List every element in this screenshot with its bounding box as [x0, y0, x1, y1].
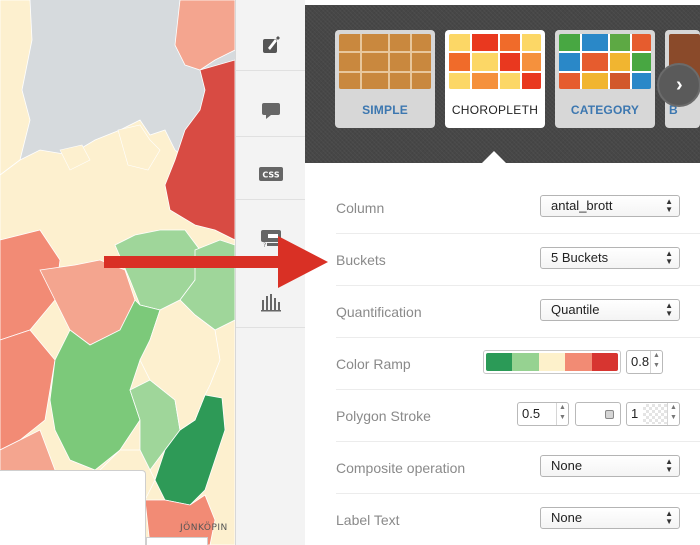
wizard-brush-icon [263, 35, 280, 53]
row-quantification: Quantification Quantile ▲ ▼ [336, 286, 700, 338]
row-composite-operation: Composite operation None ▲ ▼ [336, 442, 700, 494]
vis-type-choropleth[interactable]: CHOROPLETH [445, 30, 545, 128]
select-arrows-icon: ▲ ▼ [665, 509, 673, 526]
stepper-arrows-icon[interactable]: ▲ ▼ [556, 403, 568, 425]
chevron-right-icon: › [676, 73, 683, 96]
selected-pointer-caret [482, 151, 506, 163]
label-text-select-value: None [551, 510, 583, 525]
row-label-text: Label Text None ▲ ▼ [336, 494, 700, 545]
select-arrows-icon: ▲ ▼ [665, 197, 673, 214]
stepper-arrows-icon[interactable]: ▲ ▼ [667, 403, 679, 425]
color-ramp-picker[interactable] [483, 350, 621, 374]
tool-histogram[interactable] [236, 276, 306, 328]
map-place-label: JÖNKÖPIN [180, 523, 228, 533]
column-label: Column [336, 200, 385, 216]
stepper-arrows-icon[interactable]: ▲ ▼ [650, 351, 662, 373]
stroke-opacity-value: 1 [631, 406, 639, 421]
stroke-opacity-input[interactable]: 1 ▲ ▼ [626, 402, 680, 426]
ramp-swatch-4 [565, 353, 592, 371]
svg-text:?: ? [263, 242, 266, 248]
column-select[interactable]: antal_brott ▲ ▼ [540, 195, 680, 217]
composite-select-value: None [551, 458, 583, 473]
row-buckets: Buckets 5 Buckets ▲ ▼ [336, 234, 700, 286]
label-text-select[interactable]: None ▲ ▼ [540, 507, 680, 529]
select-arrows-icon: ▲ ▼ [665, 457, 673, 474]
stroke-width-value: 0.5 [522, 406, 541, 421]
vis-type-category[interactable]: CATEGORY [555, 30, 655, 128]
ramp-swatch-1 [486, 353, 513, 371]
stroke-width-input[interactable]: 0.5 ▲ ▼ [517, 402, 569, 426]
choropleth-thumbnail [449, 34, 541, 89]
legend-icon: ? [261, 229, 281, 248]
vis-type-label: SIMPLE [362, 103, 408, 117]
tool-legend[interactable]: ? [236, 212, 306, 264]
choropleth-map[interactable]: JÖNKÖPIN [0, 0, 235, 545]
tool-wizard[interactable] [236, 19, 306, 71]
css-icon: CSS [259, 166, 283, 181]
vis-type-label: CATEGORY [570, 103, 640, 117]
histogram-icon [261, 293, 281, 311]
simple-thumbnail [339, 34, 431, 89]
map-canvas [0, 0, 235, 545]
infowindow-speech-icon [262, 102, 280, 119]
composite-label: Composite operation [336, 460, 466, 476]
select-arrows-icon: ▲ ▼ [665, 301, 673, 318]
row-color-ramp: Color Ramp 0.8 ▲ ▼ [336, 338, 700, 390]
row-polygon-stroke: Polygon Stroke 0.5 ▲ ▼ 1 ▲ ▼ [336, 390, 700, 442]
next-vis-types-button[interactable]: › [657, 63, 700, 107]
ramp-opacity-input[interactable]: 0.8 ▲ ▼ [626, 350, 663, 374]
ramp-opacity-value: 0.8 [631, 354, 650, 369]
tool-css[interactable]: CSS [236, 148, 306, 200]
tool-infowindow[interactable] [236, 85, 306, 137]
category-thumbnail [559, 34, 651, 89]
tool-sidebar: CSS ? [235, 0, 306, 545]
map-legend-box [0, 470, 146, 545]
color-ramp-label: Color Ramp [336, 356, 411, 372]
quantification-select[interactable]: Quantile ▲ ▼ [540, 299, 680, 321]
stroke-color-picker[interactable] [575, 402, 621, 426]
buckets-label: Buckets [336, 252, 386, 268]
quantification-label: Quantification [336, 304, 422, 320]
ramp-swatch-2 [512, 353, 539, 371]
map-attribution-box [146, 537, 208, 545]
label-text-label: Label Text [336, 512, 400, 528]
select-arrows-icon: ▲ ▼ [665, 249, 673, 266]
color-swatch-icon [605, 410, 614, 419]
svg-text:CSS: CSS [262, 170, 279, 179]
quantification-select-value: Quantile [551, 302, 600, 317]
choropleth-settings-form: Column antal_brott ▲ ▼ Buckets 5 Buckets … [305, 163, 700, 545]
column-select-value: antal_brott [551, 198, 613, 213]
ramp-swatch-3 [538, 353, 566, 371]
row-column: Column antal_brott ▲ ▼ [336, 182, 700, 234]
buckets-select-value: 5 Buckets [551, 250, 609, 265]
buckets-select[interactable]: 5 Buckets ▲ ▼ [540, 247, 680, 269]
vis-type-label: CHOROPLETH [451, 103, 539, 117]
transparency-checker-icon [643, 404, 667, 424]
vis-type-simple[interactable]: SIMPLE [335, 30, 435, 128]
polygon-stroke-label: Polygon Stroke [336, 408, 431, 424]
composite-select[interactable]: None ▲ ▼ [540, 455, 680, 477]
ramp-swatch-5 [591, 353, 619, 371]
